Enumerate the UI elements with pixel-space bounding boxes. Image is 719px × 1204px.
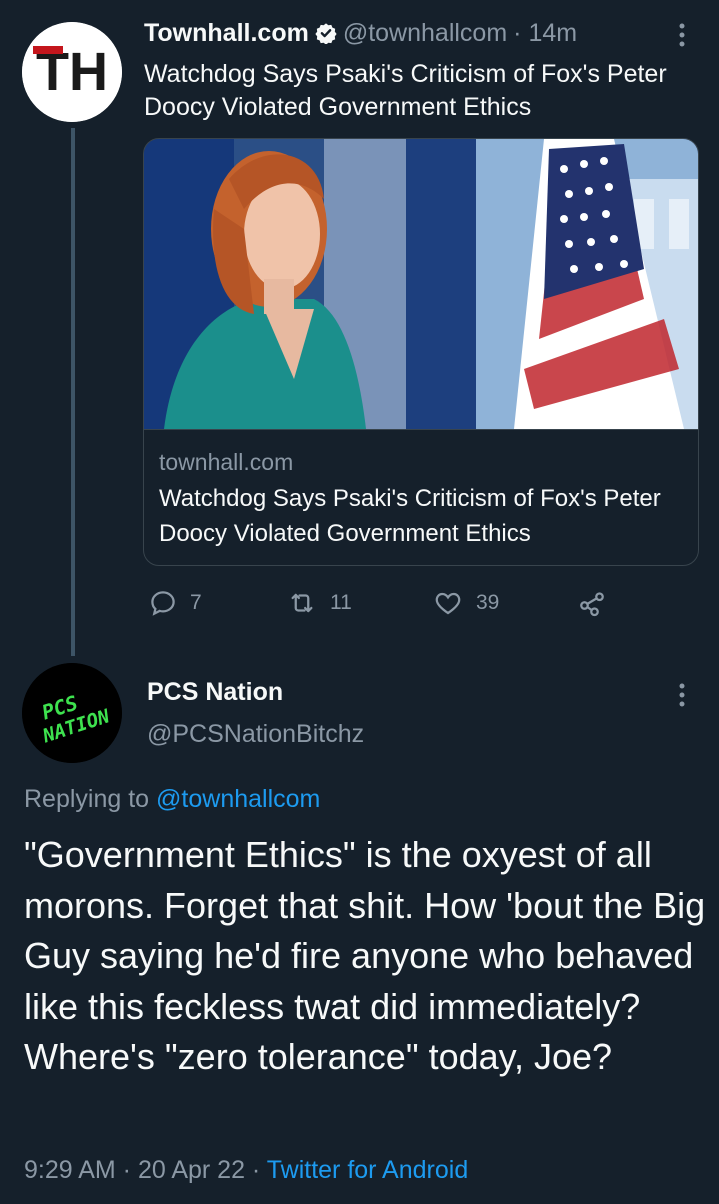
reply-author-handle[interactable]: @PCSNationBitchz xyxy=(147,720,364,749)
author-name[interactable]: Townhall.com xyxy=(144,19,309,48)
replying-label: Replying to xyxy=(24,785,150,813)
verified-badge-icon xyxy=(315,22,337,44)
retweet-icon xyxy=(291,593,313,613)
reply-author-name[interactable]: PCS Nation xyxy=(147,678,283,707)
retweet-count: 11 xyxy=(330,591,352,614)
tweet-time[interactable]: · 14m xyxy=(513,19,577,48)
thread-connector-line xyxy=(71,128,75,656)
like-icon xyxy=(435,592,461,615)
more-icon[interactable] xyxy=(672,680,692,710)
card-title: Watchdog Says Psaki's Criticism of Fox's… xyxy=(159,485,661,547)
like-count: 39 xyxy=(476,591,500,614)
card-domain: townhall.com xyxy=(159,449,294,475)
reply-timestamp[interactable]: 9:29 AM · 20 Apr 22 · xyxy=(24,1156,260,1184)
replying-to: Replying to @townhallcom xyxy=(24,785,320,814)
author-handle[interactable]: @townhallcom xyxy=(343,19,507,48)
more-icon[interactable] xyxy=(672,20,692,50)
replying-handle-link[interactable]: @townhallcom xyxy=(156,785,320,813)
tweet-text: Watchdog Says Psaki's Criticism of Fox's… xyxy=(144,60,667,121)
retweet-button[interactable]: 11 xyxy=(286,585,352,621)
share-icon xyxy=(580,592,604,617)
card-image xyxy=(144,139,698,430)
townhall-avatar[interactable]: TH xyxy=(22,22,122,122)
source-link[interactable]: Twitter for Android xyxy=(267,1156,468,1184)
pcs-nation-avatar[interactable]: PCS NATION xyxy=(22,663,122,763)
reply-count: 7 xyxy=(190,591,202,614)
reply-button[interactable]: 7 xyxy=(148,585,202,621)
tweet-header: Townhall.com @townhallcom · 14m xyxy=(144,16,577,50)
like-button[interactable]: 39 xyxy=(432,585,499,621)
reply-text: "Government Ethics" is the oxyest of all… xyxy=(24,834,706,1077)
reply-icon xyxy=(151,591,175,616)
tweet-meta: 9:29 AM · 20 Apr 22 · Twitter for Androi… xyxy=(24,1156,468,1185)
link-card[interactable]: townhall.com Watchdog Says Psaki's Criti… xyxy=(143,138,699,566)
share-button[interactable] xyxy=(576,585,620,621)
tweet-actions: 7 11 39 xyxy=(148,585,618,621)
